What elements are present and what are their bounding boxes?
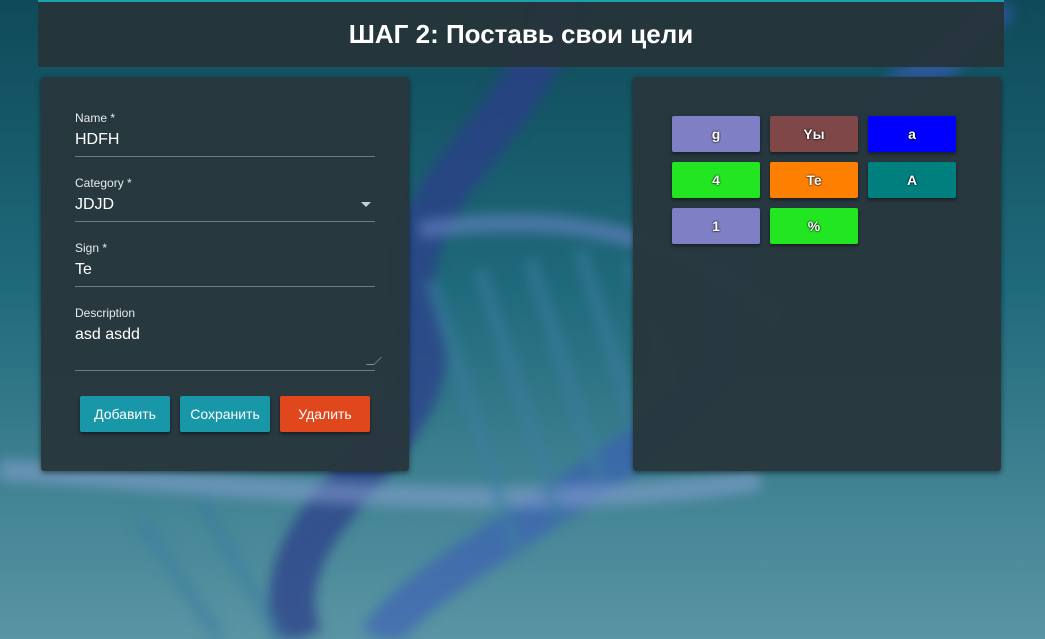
category-label: Category * xyxy=(75,176,132,190)
goal-chip[interactable]: % xyxy=(770,208,858,244)
page-header: ШАГ 2: Поставь свои цели xyxy=(38,0,1004,67)
goal-chip[interactable]: 4 xyxy=(672,162,760,198)
goals-panel: g Yы a 4 Te A 1 % xyxy=(633,77,1001,471)
goal-chip[interactable]: A xyxy=(868,162,956,198)
description-label: Description xyxy=(75,306,136,320)
description-field[interactable]: Description asd asdd xyxy=(75,306,382,371)
category-select[interactable]: Category * JDJD xyxy=(75,176,375,222)
save-button[interactable]: Сохранить xyxy=(180,396,270,432)
name-field[interactable]: Name * HDFH xyxy=(75,111,375,157)
sign-input[interactable]: Te xyxy=(75,261,375,279)
goal-chip[interactable]: Yы xyxy=(770,116,858,152)
page-title: ШАГ 2: Поставь свои цели xyxy=(348,19,694,49)
category-value[interactable]: JDJD xyxy=(75,196,375,214)
add-button[interactable]: Добавить xyxy=(80,396,170,432)
delete-button[interactable]: Удалить xyxy=(280,396,370,432)
goal-chip[interactable]: a xyxy=(868,116,956,152)
name-input[interactable]: HDFH xyxy=(75,131,375,149)
resize-handle-icon[interactable] xyxy=(366,357,382,365)
name-label: Name * xyxy=(75,111,116,125)
description-textarea[interactable]: asd asdd xyxy=(75,326,375,344)
sign-field[interactable]: Sign * Te xyxy=(75,241,375,287)
goal-chip[interactable]: g xyxy=(672,116,760,152)
goal-chip[interactable]: 1 xyxy=(672,208,760,244)
sign-label: Sign * xyxy=(75,241,108,255)
goal-chip[interactable]: Te xyxy=(770,162,858,198)
goal-form-panel: Name * HDFH Category * JDJD Sign * Te De… xyxy=(41,77,409,471)
dropdown-arrow-icon[interactable] xyxy=(361,202,371,207)
